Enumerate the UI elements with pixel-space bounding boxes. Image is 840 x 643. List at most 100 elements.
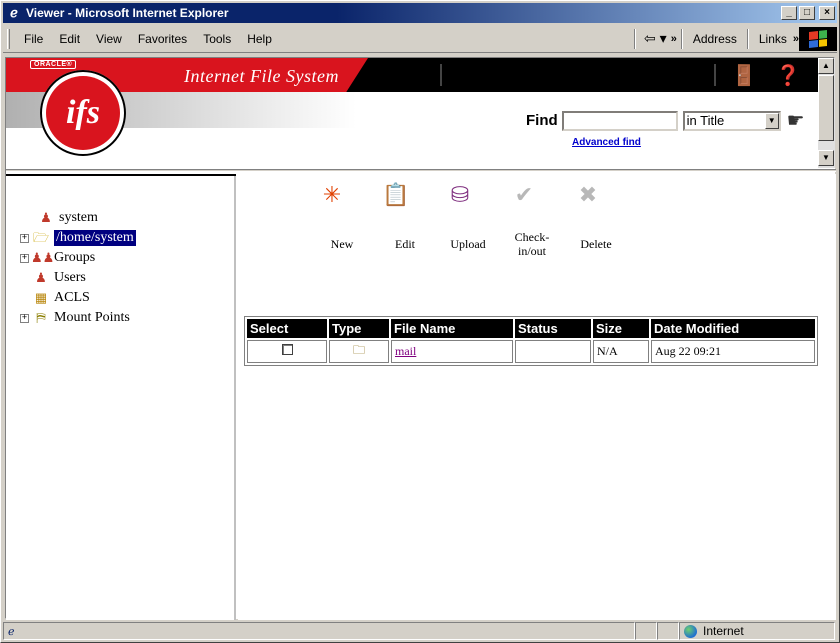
new-icon: ✳ — [322, 182, 342, 207]
header-divider — [714, 64, 716, 86]
header-frame: ORACLE® ifs Internet File System 🚪 ❓ Fin… — [6, 58, 818, 168]
find-label: Find — [526, 112, 558, 129]
select-checkbox[interactable] — [281, 344, 293, 355]
page-icon: ℯ — [8, 625, 15, 638]
file-name-cell: mail — [391, 340, 513, 363]
menu-help[interactable]: Help — [239, 30, 280, 48]
pointing-hand-icon[interactable]: ☛ — [787, 108, 805, 133]
windows-logo-icon — [799, 26, 837, 51]
delete-icon: ✖ — [578, 182, 598, 207]
new-button[interactable]: ✳ — [312, 180, 352, 210]
delete-button[interactable]: ✖ — [568, 180, 608, 210]
page-viewport: ORACLE® ifs Internet File System 🚪 ❓ Fin… — [5, 57, 836, 620]
tree-item-home-system[interactable]: + 🗁 /home/system — [20, 228, 136, 248]
edit-icon: 📋 — [382, 182, 410, 207]
window-title: Viewer - Microsoft Internet Explorer — [26, 6, 229, 20]
dropdown-arrow-icon[interactable]: ▼ — [764, 112, 779, 129]
table-header-row: Select Type File Name Status Size Date M… — [247, 319, 815, 338]
browser-window: ℯ Viewer - Microsoft Internet Explorer _… — [0, 0, 840, 643]
find-input[interactable] — [561, 110, 678, 131]
acl-icon: ▦ — [34, 290, 48, 305]
col-size: Size — [593, 319, 649, 338]
tree-item-acls[interactable]: ▦ ACLS — [31, 288, 90, 308]
title-bar[interactable]: ℯ Viewer - Microsoft Internet Explorer _… — [3, 3, 837, 23]
minimize-button[interactable]: _ — [781, 6, 797, 20]
file-link-mail[interactable]: mail — [395, 344, 416, 358]
status-text-panel: ℯ — [3, 622, 635, 640]
oracle-logo: ORACLE® — [30, 60, 77, 69]
find-area: Find in Title ▼ ☛ — [526, 108, 805, 133]
edit-button[interactable]: 📋 — [376, 180, 416, 210]
checkin-label-1[interactable]: Check- — [502, 230, 562, 244]
links-label[interactable]: Links — [753, 32, 793, 46]
menu-edit[interactable]: Edit — [51, 30, 88, 48]
content-pane: ✳ 📋 ⛁ ✔ ✖ New Edit Upload Check- in/out … — [238, 174, 836, 620]
tree-item-groups[interactable]: + ♟♟ Groups — [20, 248, 95, 268]
folder-open-icon: 🗁 — [32, 230, 50, 245]
upload-button[interactable]: ⛁ — [440, 180, 480, 210]
chevron-icon[interactable]: » — [671, 33, 677, 45]
col-file-name: File Name — [391, 319, 513, 338]
mount-points-icon: ⛿ — [36, 310, 46, 325]
size-cell: N/A — [593, 340, 649, 363]
files-table: Select Type File Name Status Size Date M… — [244, 316, 818, 366]
mail-folder-icon: 🗀 — [329, 340, 389, 363]
toolbar-grip[interactable] — [7, 28, 10, 49]
upload-label[interactable]: Upload — [438, 237, 498, 251]
delete-label[interactable]: Delete — [566, 237, 626, 251]
header-divider — [440, 64, 442, 86]
expand-icon[interactable]: + — [20, 233, 29, 243]
header-scrollbar[interactable]: ▲ ▼ — [818, 58, 835, 168]
user-icon: ♟ — [40, 210, 52, 225]
table-row: 🗀 mail N/A Aug 22 09:21 — [247, 340, 815, 363]
date-modified-cell: Aug 22 09:21 — [651, 340, 815, 363]
zone-panel: Internet — [679, 622, 835, 640]
ie-icon: ℯ — [10, 5, 18, 20]
tree-item-mount-points[interactable]: + ⛿ Mount Points — [20, 308, 130, 328]
zone-label: Internet — [703, 624, 744, 638]
close-button[interactable]: × — [819, 6, 835, 20]
logout-door-icon[interactable]: 🚪 — [730, 62, 758, 88]
tree-item-users[interactable]: ♟ Users — [31, 268, 86, 288]
new-label[interactable]: New — [312, 237, 372, 251]
menu-view[interactable]: View — [88, 30, 130, 48]
toolbar-separator — [634, 28, 637, 49]
checkin-icon: ✔ — [514, 182, 534, 207]
status-bar: ℯ Internet — [3, 621, 837, 641]
maximize-button[interactable]: □ — [799, 6, 815, 20]
app-title: Internet File System — [184, 66, 339, 86]
edit-label[interactable]: Edit — [375, 237, 435, 251]
tree-pane: ♟ system + 🗁 /home/system + ♟♟ Groups ♟ … — [6, 174, 236, 620]
col-date-modified: Date Modified — [651, 319, 815, 338]
scroll-up-icon[interactable]: ▲ — [818, 58, 834, 74]
status-cell — [515, 340, 591, 363]
frame-splitter[interactable] — [6, 169, 836, 172]
help-book-icon[interactable]: ❓ — [774, 62, 802, 88]
users-icon: ♟ — [35, 270, 47, 285]
scroll-thumb[interactable] — [818, 75, 834, 141]
col-type: Type — [329, 319, 389, 338]
address-label[interactable]: Address — [687, 32, 743, 46]
checkin-button[interactable]: ✔ — [504, 180, 544, 210]
menu-bar: File Edit View Favorites Tools Help ⇦ ▾ … — [3, 25, 837, 53]
internet-globe-icon — [684, 624, 697, 638]
col-select: Select — [247, 319, 327, 338]
menu-tools[interactable]: Tools — [195, 30, 239, 48]
menu-favorites[interactable]: Favorites — [130, 30, 195, 48]
scroll-down-icon[interactable]: ▼ — [818, 150, 834, 166]
find-scope-select[interactable]: in Title ▼ — [682, 110, 781, 131]
ifs-logo: ifs — [40, 70, 126, 156]
status-panel-empty — [657, 622, 679, 640]
back-arrow-icon[interactable]: ⇦ ▾ — [640, 30, 671, 47]
col-status: Status — [515, 319, 591, 338]
groups-icon: ♟♟ — [31, 250, 55, 265]
upload-icon: ⛁ — [450, 182, 470, 207]
menu-file[interactable]: File — [16, 30, 51, 48]
tree-top-rule — [6, 174, 236, 176]
expand-icon[interactable]: + — [20, 253, 29, 263]
tree-item-system[interactable]: ♟ system — [36, 208, 98, 228]
toolbar-separator — [746, 28, 749, 49]
expand-icon[interactable]: + — [20, 313, 29, 323]
checkin-label-2[interactable]: in/out — [502, 244, 562, 258]
advanced-find-link[interactable]: Advanced find — [572, 137, 641, 148]
